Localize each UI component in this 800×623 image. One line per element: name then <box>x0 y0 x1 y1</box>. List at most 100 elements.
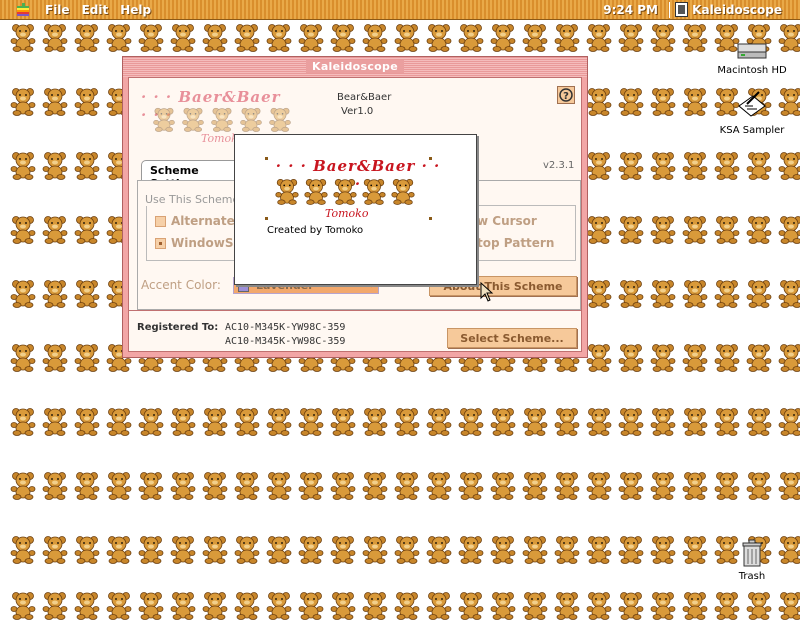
wallpaper-bear <box>328 590 358 620</box>
wallpaper-bear <box>328 406 358 436</box>
wallpaper-bear <box>264 590 294 620</box>
wallpaper-bear <box>360 534 390 564</box>
wallpaper-bear <box>456 22 486 52</box>
wallpaper-bear <box>648 86 678 116</box>
use-scheme-group-label: Use This Scheme <box>143 193 241 206</box>
wallpaper-bear <box>776 590 800 620</box>
wallpaper-bear <box>40 214 70 244</box>
scheme-name: Bear&Baer <box>337 92 391 103</box>
wallpaper-bear <box>72 406 102 436</box>
wallpaper-bear <box>520 470 550 500</box>
apple-menu-icon[interactable] <box>15 2 31 18</box>
about-bear <box>273 177 301 208</box>
menu-file[interactable]: File <box>45 3 70 17</box>
macintosh-hd-icon[interactable]: Macintosh HD <box>716 40 788 76</box>
wallpaper-bear <box>168 534 198 564</box>
wallpaper-bear <box>168 470 198 500</box>
alternate-label: Alternate <box>171 214 235 228</box>
wallpaper-bear <box>104 22 134 52</box>
wallpaper-bear <box>616 86 646 116</box>
wallpaper-bear <box>328 470 358 500</box>
document-pen-icon <box>735 90 769 122</box>
wallpaper-bear <box>232 406 262 436</box>
corner-dot <box>429 157 432 160</box>
wallpaper-bear <box>648 470 678 500</box>
accent-color-label: Accent Color: <box>141 278 221 292</box>
wallpaper-bear <box>584 22 614 52</box>
about-signature: Tomoko <box>325 207 368 220</box>
window-title-bar[interactable]: Kaleidoscope <box>123 57 587 77</box>
wallpaper-bear <box>328 22 358 52</box>
corner-dot <box>265 217 268 220</box>
divider <box>129 310 581 311</box>
wallpaper-bear <box>296 406 326 436</box>
trash-icon[interactable]: Trash <box>716 538 788 582</box>
wallpaper-bear <box>680 342 710 372</box>
wallpaper-bear <box>40 534 70 564</box>
wallpaper-bear <box>392 406 422 436</box>
wallpaper-bear <box>648 150 678 180</box>
scheme-logo-text: Baer&Baer <box>178 88 280 106</box>
about-scheme-window[interactable]: · · · Baer&Baer · · · Tomoko Created by … <box>234 134 477 285</box>
wallpaper-bear <box>488 470 518 500</box>
logo-bear <box>238 106 264 135</box>
logo-bear <box>267 106 293 135</box>
wallpaper-bear <box>488 22 518 52</box>
wallpaper-bear <box>616 214 646 244</box>
application-menu-icon[interactable] <box>675 2 688 17</box>
help-button[interactable]: ? <box>557 86 575 104</box>
wallpaper-bear <box>616 150 646 180</box>
desktop-pattern-option-label[interactable]: top Pattern <box>477 236 554 250</box>
wallpaper-bear <box>616 406 646 436</box>
menu-clock[interactable]: 9:24 PM <box>603 3 658 17</box>
wallpaper-bear <box>360 406 390 436</box>
wallpaper-bear <box>680 278 710 308</box>
wallpaper-bear <box>40 590 70 620</box>
wallpaper-bear <box>392 470 422 500</box>
wallpaper-bear <box>648 214 678 244</box>
wallpaper-bear <box>392 534 422 564</box>
windowshade-checkbox[interactable] <box>155 238 166 249</box>
cursor-option-label[interactable]: w Cursor <box>477 214 537 228</box>
ksa-sampler-icon[interactable]: KSA Sampler <box>716 90 788 136</box>
scheme-version: Ver1.0 <box>341 106 373 117</box>
wallpaper-bear <box>648 406 678 436</box>
wallpaper-bear <box>712 278 742 308</box>
wallpaper-bear <box>424 470 454 500</box>
wallpaper-bear <box>200 406 230 436</box>
wallpaper-bear <box>584 590 614 620</box>
wallpaper-bear <box>744 150 774 180</box>
wallpaper-bear <box>648 534 678 564</box>
wallpaper-bear <box>616 342 646 372</box>
menu-bar: File Edit Help 9:24 PM Kaleidoscope <box>0 0 800 20</box>
wallpaper-bear <box>72 590 102 620</box>
wallpaper-bear <box>616 22 646 52</box>
wallpaper-bear <box>8 534 38 564</box>
wallpaper-bear <box>200 590 230 620</box>
trash-can-icon <box>740 538 764 568</box>
about-bear <box>360 177 388 208</box>
logo-bear <box>180 106 206 135</box>
about-credit: Created by Tomoko <box>267 225 363 236</box>
wallpaper-bear <box>712 406 742 436</box>
wallpaper-bear <box>8 590 38 620</box>
help-icon: ? <box>558 87 574 103</box>
mouse-cursor-icon <box>480 282 494 302</box>
wallpaper-bear <box>616 590 646 620</box>
menu-help[interactable]: Help <box>120 3 151 17</box>
wallpaper-bear <box>328 534 358 564</box>
wallpaper-bear <box>8 278 38 308</box>
menu-edit[interactable]: Edit <box>82 3 109 17</box>
alternate-checkbox[interactable] <box>155 216 166 227</box>
wallpaper-bear <box>744 214 774 244</box>
wallpaper-bear <box>680 406 710 436</box>
wallpaper-bear <box>136 406 166 436</box>
application-menu[interactable]: Kaleidoscope <box>692 3 782 17</box>
select-scheme-button[interactable]: Select Scheme... <box>447 328 577 348</box>
app-version: v2.3.1 <box>543 160 574 171</box>
about-bear <box>389 177 417 208</box>
wallpaper-bear <box>8 86 38 116</box>
wallpaper-bear <box>264 406 294 436</box>
wallpaper-bear <box>712 150 742 180</box>
wallpaper-bear <box>72 534 102 564</box>
